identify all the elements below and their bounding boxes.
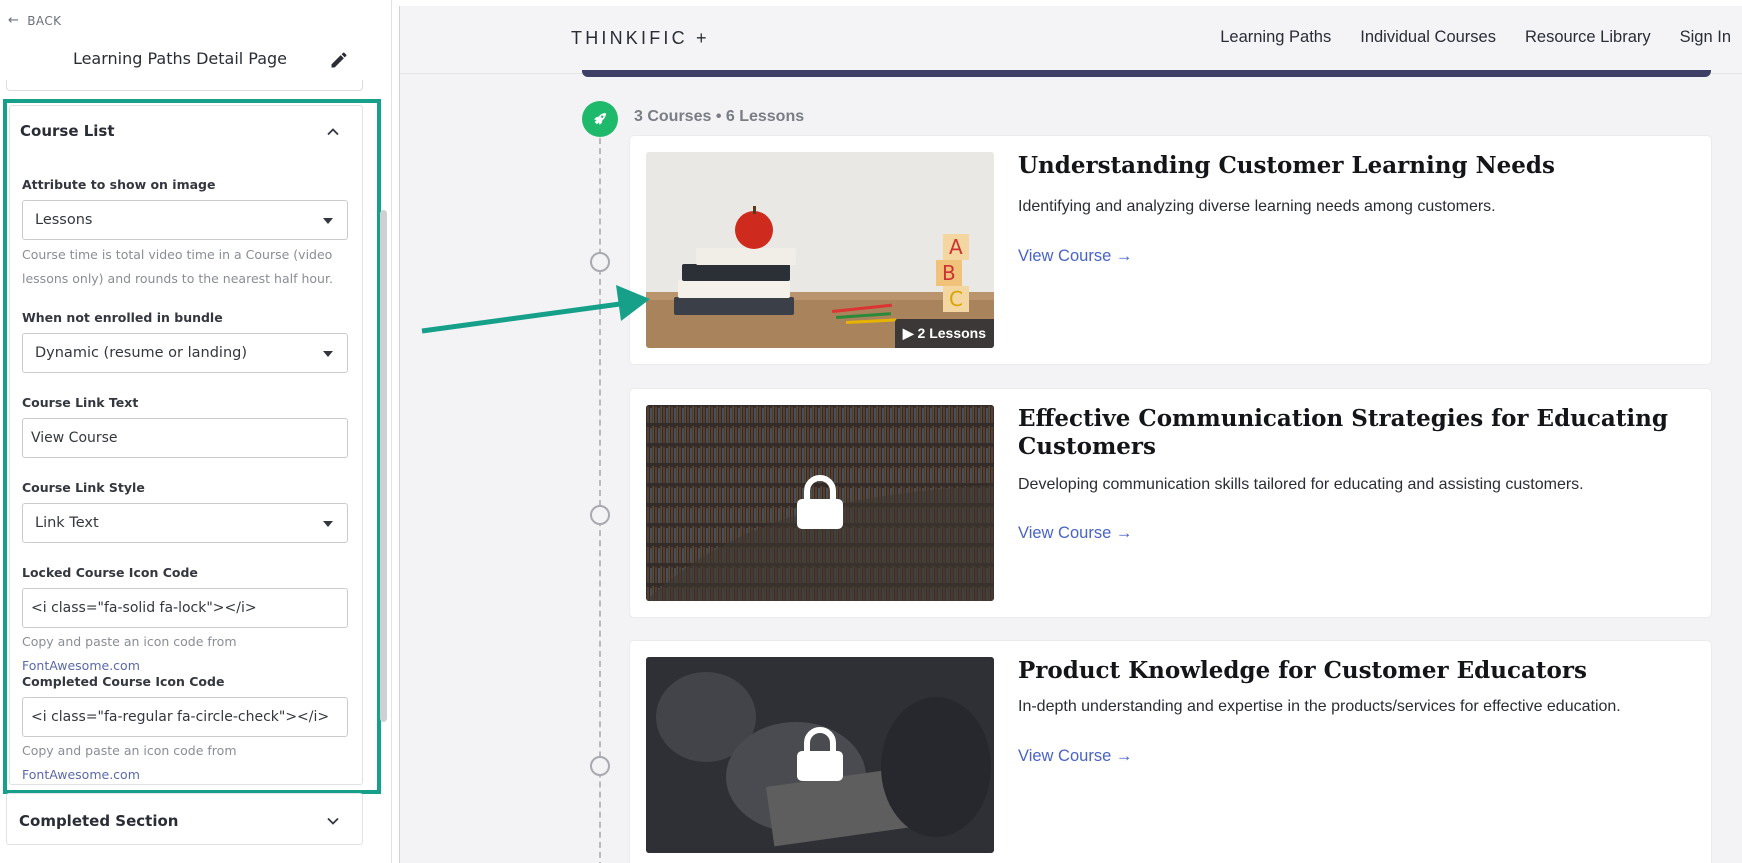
course-title[interactable]: Understanding Customer Learning Needs xyxy=(1018,152,1678,180)
link-style-select[interactable]: Link Text xyxy=(22,503,348,543)
banner-bottom-bar xyxy=(582,70,1711,77)
view-course-link[interactable]: View Course → xyxy=(1018,247,1132,266)
view-course-link[interactable]: View Course → xyxy=(1018,524,1132,543)
course-description: In-depth understanding and expertise in … xyxy=(1018,698,1621,715)
locked-icon-label: Locked Course Icon Code xyxy=(22,565,198,580)
course-card: Product Knowledge for Customer Educators… xyxy=(630,641,1711,863)
view-course-link[interactable]: View Course → xyxy=(1018,747,1132,766)
link-text-value: View Course xyxy=(31,430,118,446)
attribute-value: Lessons xyxy=(35,212,93,228)
completed-icon-label: Completed Course Icon Code xyxy=(22,674,225,689)
link-text-label: Course Link Text xyxy=(22,395,139,410)
lessons-badge: ▶ 2 Lessons xyxy=(894,319,994,348)
site-navbar: THINKIFIC + Learning Paths Individual Co… xyxy=(400,6,1742,74)
nav-individual-courses[interactable]: Individual Courses xyxy=(1360,28,1496,47)
locked-icon-value: <i class="fa-solid fa-lock"></i> xyxy=(31,600,257,616)
link-text-input[interactable]: View Course xyxy=(22,418,348,458)
timeline-dot xyxy=(590,756,610,776)
chevron-down-icon[interactable] xyxy=(325,813,341,829)
not-enrolled-value: Dynamic (resume or landing) xyxy=(35,345,248,361)
locked-help-text: Copy and paste an icon code from xyxy=(22,634,237,649)
locked-icon-help: Copy and paste an icon code from FontAwe… xyxy=(22,630,342,678)
editor-header: ← BACK Learning Paths Detail Page xyxy=(0,0,391,80)
arrow-left-icon: ← xyxy=(8,13,20,28)
course-list-section: Course List Attribute to show on image L… xyxy=(9,105,363,785)
course-thumbnail[interactable] xyxy=(646,657,994,853)
page-title: Learning Paths Detail Page xyxy=(72,49,288,68)
chevron-up-icon[interactable] xyxy=(325,124,341,140)
course-card: Effective Communication Strategies for E… xyxy=(630,389,1711,617)
completed-icon-input[interactable]: <i class="fa-regular fa-circle-check"></… xyxy=(22,697,348,737)
svg-text:C: C xyxy=(949,287,963,311)
attribute-label: Attribute to show on image xyxy=(22,177,216,192)
lessons-badge-text: 2 Lessons xyxy=(917,325,986,341)
nav-links: Learning Paths Individual Courses Resour… xyxy=(1191,28,1742,47)
nav-resource-library[interactable]: Resource Library xyxy=(1525,28,1651,47)
completed-icon-value: <i class="fa-regular fa-circle-check"></… xyxy=(31,709,330,725)
course-thumbnail[interactable]: A B C ▶ 2 Lessons xyxy=(646,152,994,348)
fontawesome-link[interactable]: FontAwesome.com xyxy=(22,767,140,782)
rocket-icon xyxy=(582,101,618,137)
timeline-dot xyxy=(590,505,610,525)
editor-scrollbar[interactable] xyxy=(380,210,387,722)
timeline-dot xyxy=(590,252,610,272)
pencil-icon[interactable] xyxy=(329,50,349,70)
course-card: A B C ▶ 2 Lessons Understanding Customer… xyxy=(630,136,1711,364)
caret-down-icon xyxy=(323,351,333,357)
not-enrolled-select[interactable]: Dynamic (resume or landing) xyxy=(22,333,348,373)
attribute-select[interactable]: Lessons xyxy=(22,200,348,240)
previous-section-card xyxy=(6,80,363,91)
course-description: Developing communication skills tailored… xyxy=(1018,476,1584,493)
play-icon: ▶ xyxy=(902,325,914,341)
fontawesome-link[interactable]: FontAwesome.com xyxy=(22,658,140,673)
link-style-label: Course Link Style xyxy=(22,480,145,495)
site-preview: THINKIFIC + Learning Paths Individual Co… xyxy=(399,6,1742,863)
completed-section-title: Completed Section xyxy=(19,812,179,830)
course-list-title[interactable]: Course List xyxy=(20,122,115,140)
svg-text:A: A xyxy=(949,235,963,259)
annotation-arrow-icon xyxy=(421,285,650,334)
nav-sign-in[interactable]: Sign In xyxy=(1680,28,1731,47)
lock-icon xyxy=(797,475,843,529)
timeline-line xyxy=(599,118,601,863)
completed-section[interactable]: Completed Section xyxy=(6,793,363,845)
link-style-value: Link Text xyxy=(35,515,99,531)
course-thumbnail[interactable] xyxy=(646,405,994,601)
attribute-help: Course time is total video time in a Cou… xyxy=(22,247,333,286)
course-title[interactable]: Effective Communication Strategies for E… xyxy=(1018,405,1678,461)
lock-icon xyxy=(797,727,843,781)
completed-help-text: Copy and paste an icon code from xyxy=(22,743,237,758)
nav-learning-paths[interactable]: Learning Paths xyxy=(1220,28,1331,47)
not-enrolled-label: When not enrolled in bundle xyxy=(22,310,223,325)
svg-text:B: B xyxy=(942,261,956,285)
course-title[interactable]: Product Knowledge for Customer Educators xyxy=(1018,657,1678,685)
site-logo[interactable]: THINKIFIC + xyxy=(571,28,710,49)
completed-icon-help: Copy and paste an icon code from FontAwe… xyxy=(22,739,342,787)
editor-panel: ← BACK Learning Paths Detail Page Course… xyxy=(0,0,392,863)
back-label: BACK xyxy=(27,13,62,28)
course-summary: 3 Courses • 6 Lessons xyxy=(634,108,805,125)
course-description: Identifying and analyzing diverse learni… xyxy=(1018,198,1496,215)
caret-down-icon xyxy=(323,218,333,224)
back-button[interactable]: ← BACK xyxy=(8,13,61,28)
locked-icon-input[interactable]: <i class="fa-solid fa-lock"></i> xyxy=(22,588,348,628)
caret-down-icon xyxy=(323,521,333,527)
